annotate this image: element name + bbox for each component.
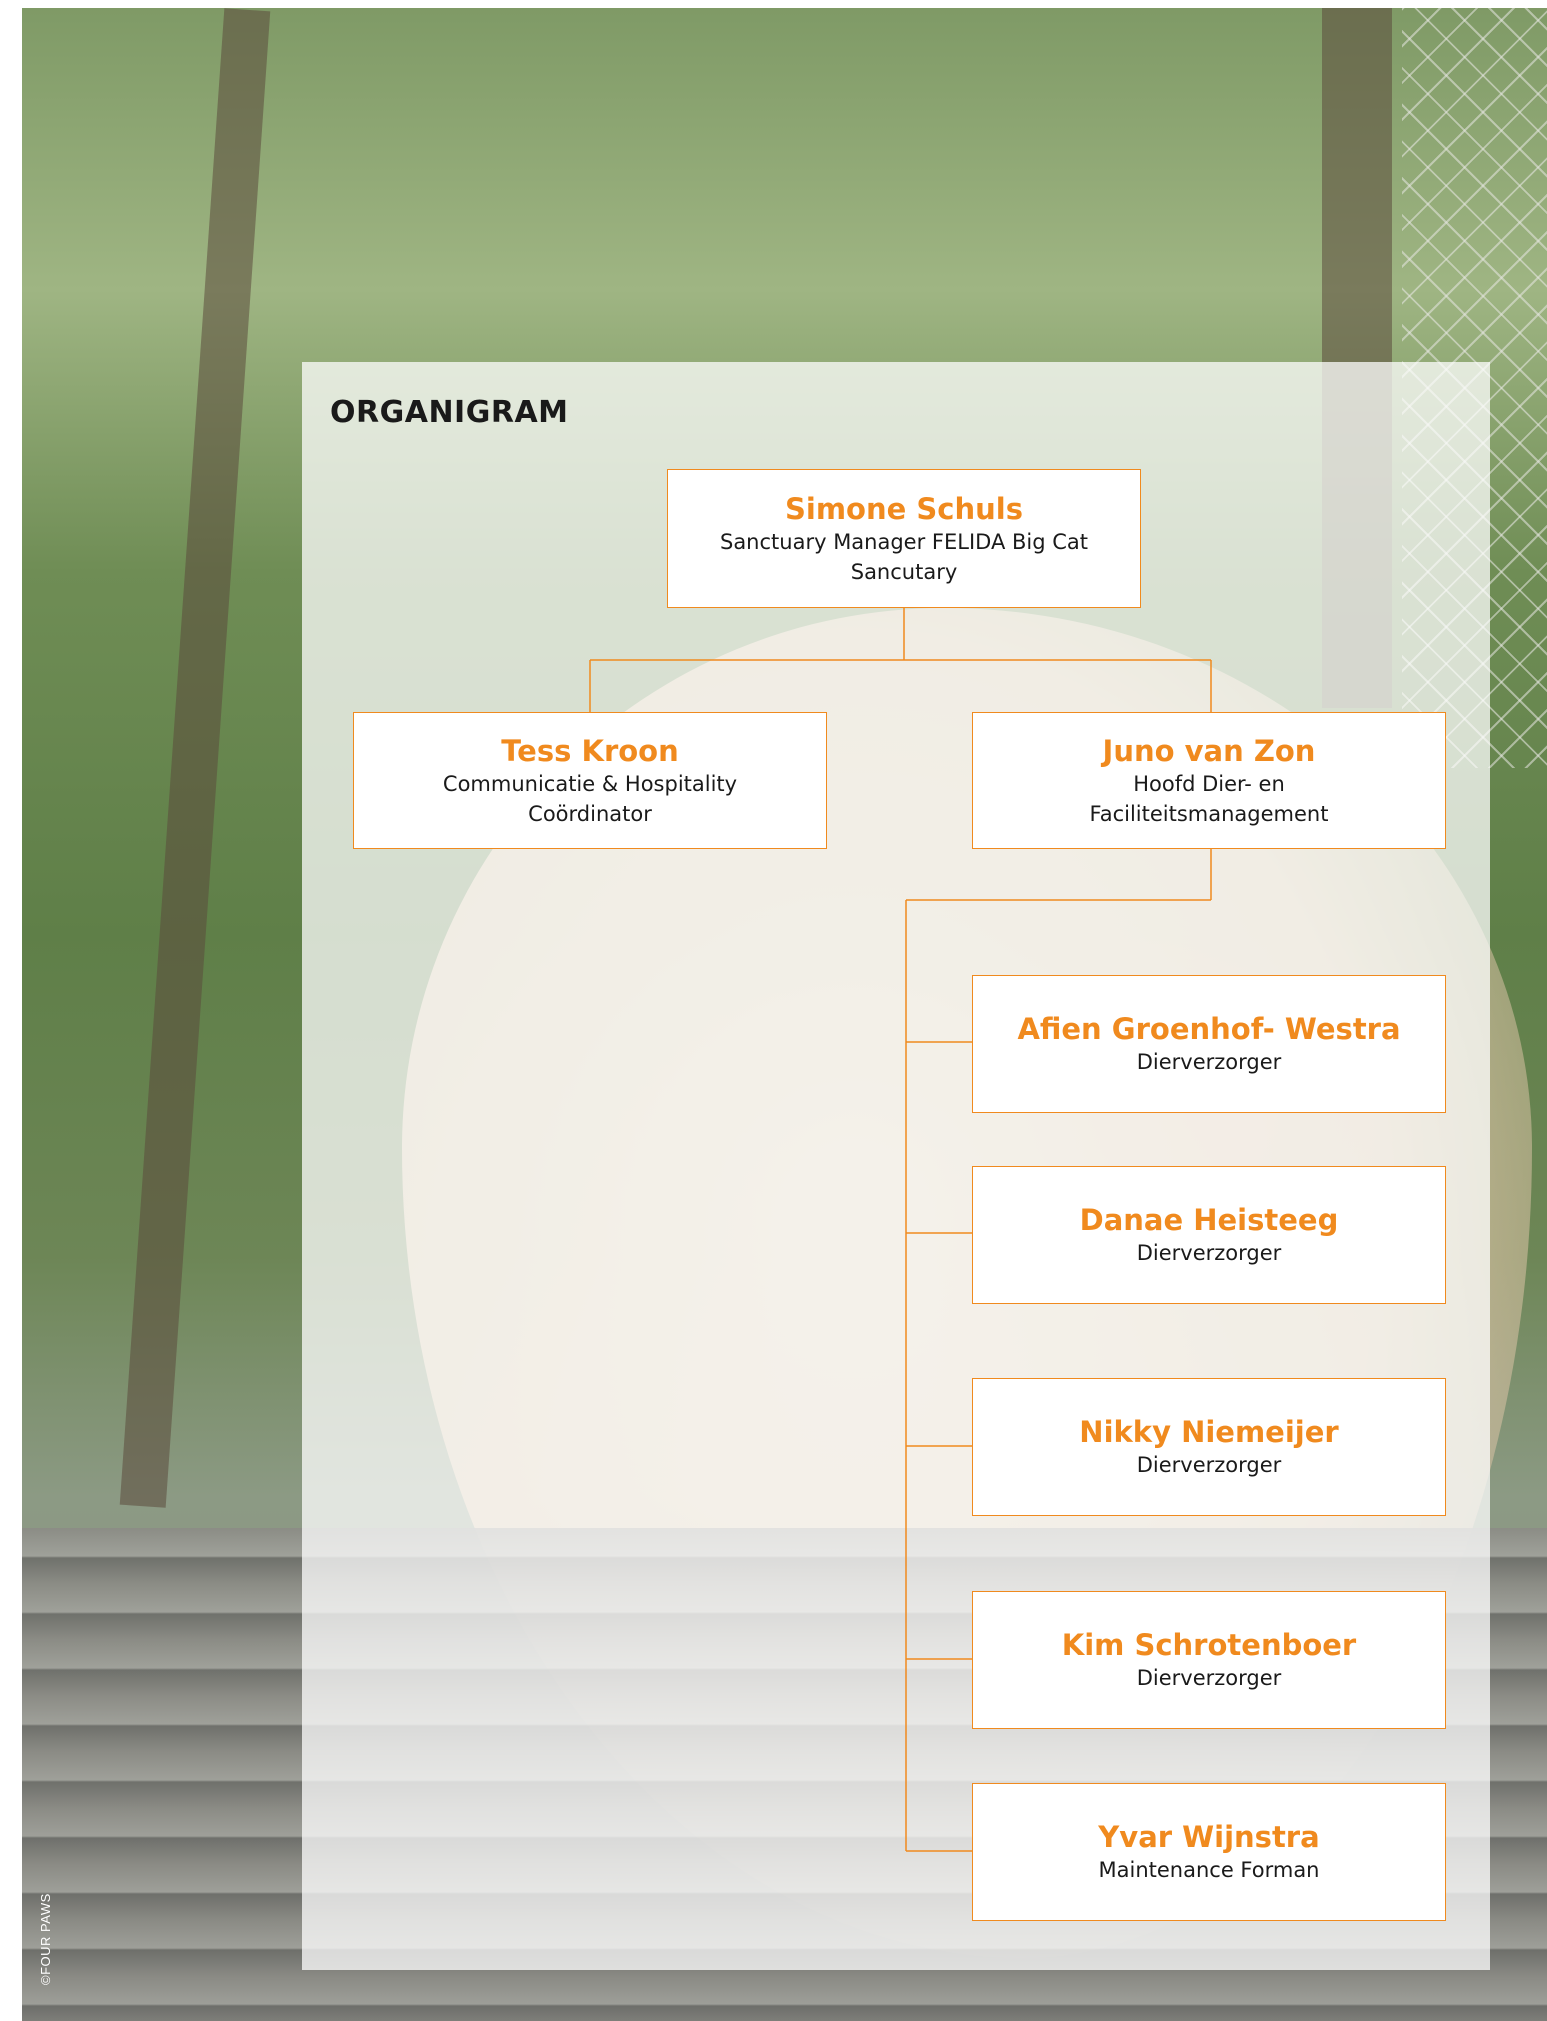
node-danae-heisteeg: Danae Heisteeg Dierverzorger [972,1166,1446,1304]
node-name: Kim Schrotenboer [1061,1628,1357,1662]
node-simone-schuls: Simone Schuls Sanctuary Manager FELIDA B… [667,469,1141,608]
node-name: Simone Schuls [785,491,1023,526]
node-tess-kroon: Tess Kroon Communicatie & Hospitality Co… [353,712,827,849]
node-name: Nikky Niemeijer [1079,1415,1339,1449]
node-nikky-niemeijer: Nikky Niemeijer Dierverzorger [972,1378,1446,1516]
node-role: Dierverzorger [1136,1241,1282,1265]
node-name: Afien Groenhof- Westra [1017,1012,1401,1046]
photo-credit: ©FOUR PAWS [38,1893,53,1985]
node-name: Yvar Wijnstra [1098,1820,1320,1854]
node-kim-schrotenboer: Kim Schrotenboer Dierverzorger [972,1591,1446,1729]
node-role: Communicatie & Hospitality Coördinator [442,771,738,826]
node-afien-groenhof-westra: Afien Groenhof- Westra Dierverzorger [972,975,1446,1113]
node-role: Sanctuary Manager FELIDA Big Cat Sancuta… [719,529,1089,584]
node-role: Dierverzorger [1136,1453,1282,1477]
tree-trunk [119,8,271,1508]
node-name: Tess Kroon [501,733,679,768]
node-role: Dierverzorger [1136,1666,1282,1690]
node-name: Danae Heisteeg [1079,1203,1339,1237]
node-role: Dierverzorger [1136,1050,1282,1074]
node-name: Juno van Zon [1102,733,1316,768]
node-role: Maintenance Forman [1098,1858,1320,1882]
page-title: ORGANIGRAM [330,395,569,430]
node-role: Hoofd Dier- en Faciliteitsmanagement [1089,771,1329,826]
node-juno-van-zon: Juno van Zon Hoofd Dier- en Faciliteitsm… [972,712,1446,849]
node-yvar-wijnstra: Yvar Wijnstra Maintenance Forman [972,1783,1446,1921]
